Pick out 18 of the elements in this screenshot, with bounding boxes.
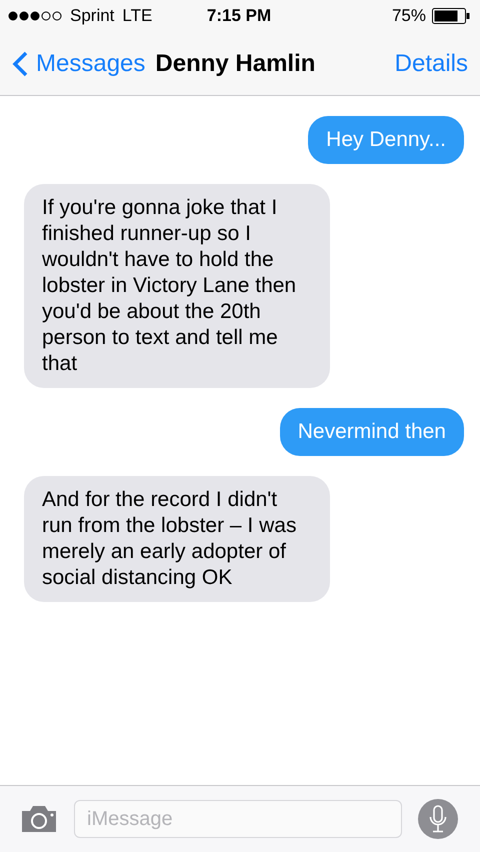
details-button[interactable]: Details bbox=[394, 50, 468, 78]
chevron-left-icon bbox=[12, 50, 28, 76]
battery-icon bbox=[432, 8, 470, 24]
sent-message: Nevermind then bbox=[280, 408, 464, 456]
network-type: LTE bbox=[122, 6, 152, 26]
signal-icon bbox=[8, 11, 62, 21]
camera-icon bbox=[20, 805, 58, 833]
message-field[interactable]: iMessage bbox=[74, 800, 402, 838]
clock-time: 7:15 PM bbox=[206, 6, 272, 26]
microphone-button[interactable] bbox=[418, 799, 458, 839]
carrier-name: Sprint bbox=[70, 6, 114, 26]
back-button[interactable]: Messages bbox=[12, 50, 146, 78]
received-message: And for the record I didn't run from the lobster – I was merely an early adopter of social distancing OK bbox=[24, 476, 330, 602]
contact-name: Denny Hamlin bbox=[155, 50, 316, 78]
sent-message: Hey Denny... bbox=[308, 116, 464, 164]
microphone-icon bbox=[429, 805, 447, 833]
received-message: If you're gonna joke that I finished runner-up so I wouldn't have to hold the lobster in Victory Lane then you'd be about the 20th person to text and tell me that bbox=[24, 184, 330, 388]
battery-percent: 75% bbox=[392, 6, 426, 26]
